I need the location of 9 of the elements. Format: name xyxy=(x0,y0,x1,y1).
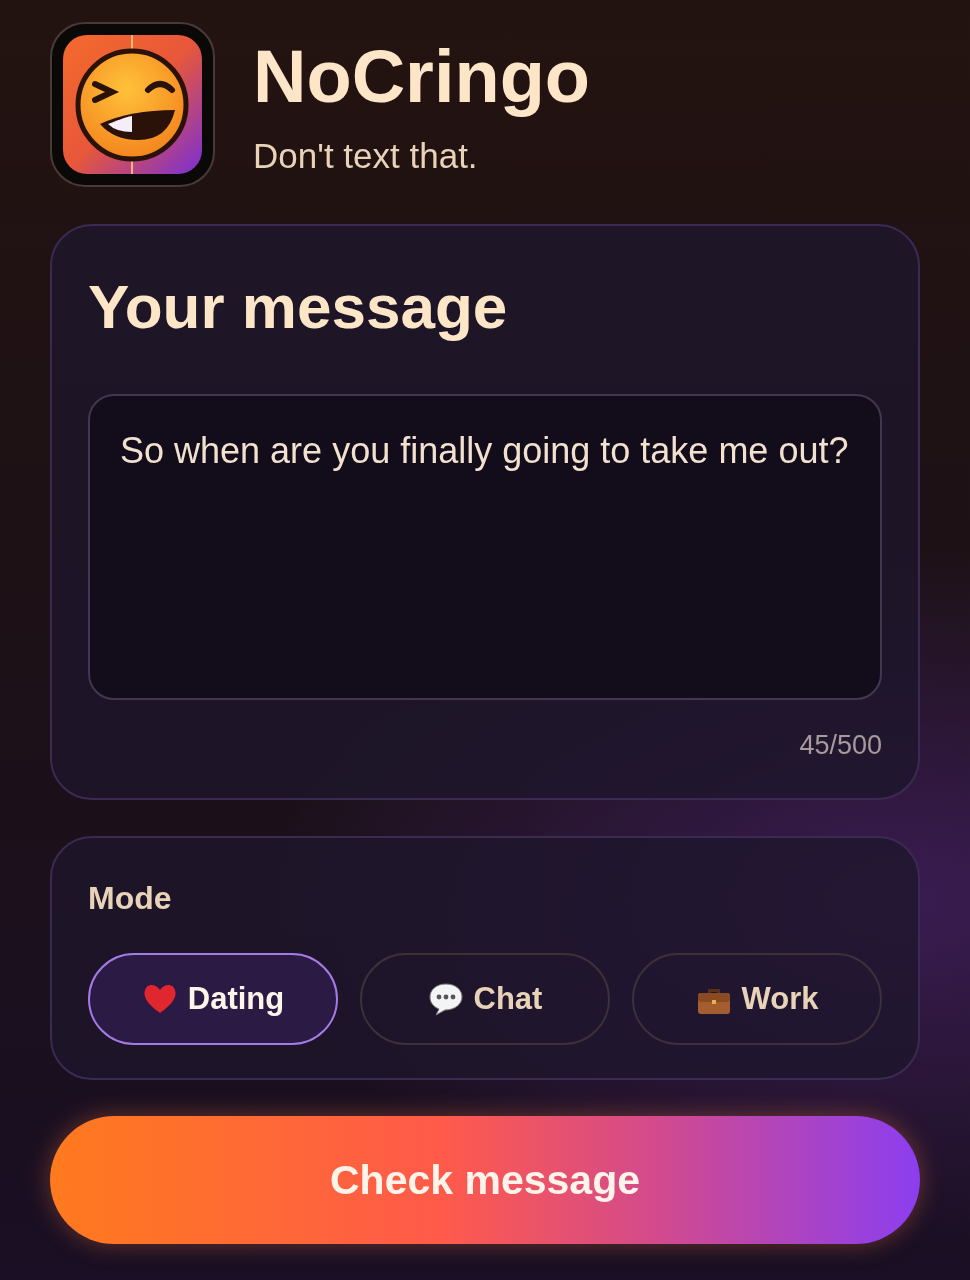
app-logo-icon xyxy=(50,21,215,187)
message-field[interactable]: So when are you finally going to take me out? xyxy=(88,394,882,700)
mode-option[interactable]: Work xyxy=(632,953,882,1045)
mode-label: Mode xyxy=(88,880,173,917)
speech-bubble-icon xyxy=(427,981,464,1017)
mode-option[interactable]: Dating xyxy=(88,953,338,1045)
mode-option[interactable]: Chat xyxy=(360,953,610,1045)
app-tagline: Don't text that. xyxy=(253,136,479,176)
character-counter: 45/500 xyxy=(799,730,882,761)
